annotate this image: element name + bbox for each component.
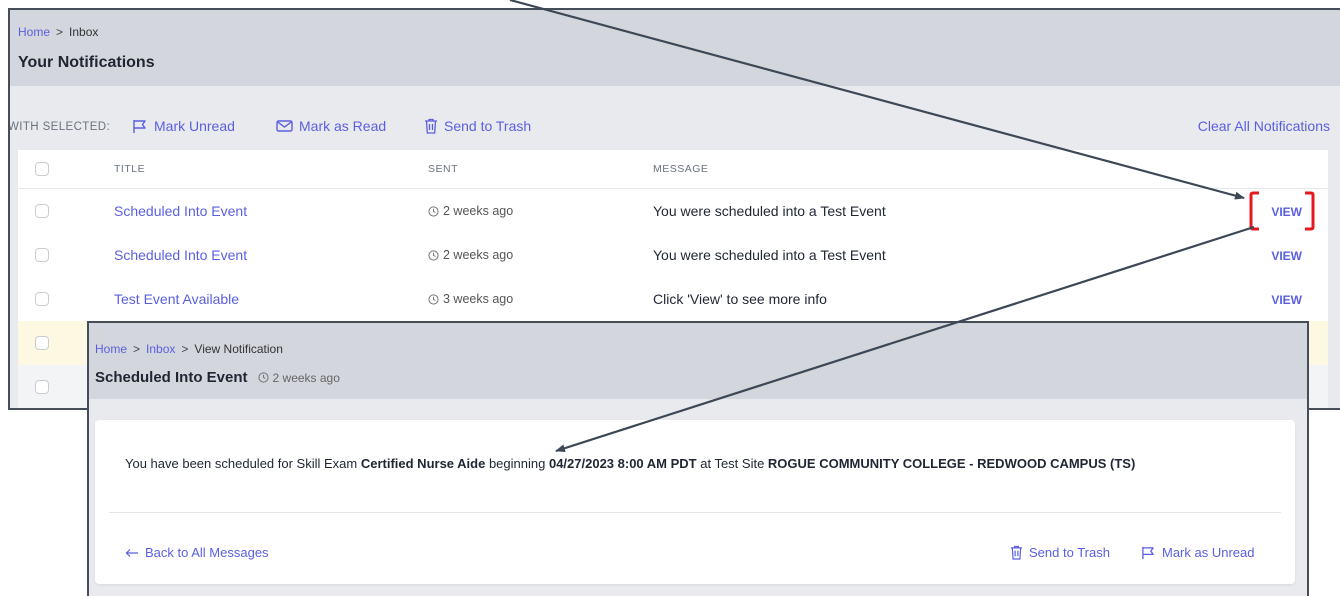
breadcrumb-separator: > xyxy=(56,25,64,39)
notification-message: Click 'View' to see more info xyxy=(653,291,827,307)
row-checkbox[interactable] xyxy=(35,292,49,306)
table-row: Test Event Available 3 weeks ago Click '… xyxy=(18,277,1328,322)
mark-as-unread-button[interactable]: Mark as Unread xyxy=(1141,545,1254,560)
notification-title-link[interactable]: Scheduled Into Event xyxy=(114,247,247,263)
breadcrumb-home[interactable]: Home xyxy=(18,25,50,39)
divider xyxy=(109,512,1281,513)
message-text: at Test Site xyxy=(696,456,768,471)
mark-unread-label: Mark Unread xyxy=(154,118,235,134)
flag-icon xyxy=(133,119,146,133)
table-header: TITLE SENT MESSAGE xyxy=(18,150,1328,189)
exam-datetime: 04/27/2023 8:00 AM PDT xyxy=(548,456,697,471)
page-title: Your Notifications xyxy=(18,54,155,71)
view-button[interactable]: VIEW xyxy=(1271,293,1302,307)
send-to-trash-label: Send to Trash xyxy=(444,118,532,134)
sent-time-label: 2 weeks ago xyxy=(443,204,514,218)
with-selected-label: WITH SELECTED: xyxy=(8,121,111,133)
page-header: Home > Inbox Your Notifications xyxy=(10,10,1340,86)
breadcrumb-separator: > xyxy=(133,342,141,356)
sent-time-label: 2 weeks ago xyxy=(443,248,514,262)
view-notification-panel: Home > Inbox > View Notification Scheduled I… xyxy=(87,321,1309,596)
mark-as-read-label: Mark as Read xyxy=(299,118,387,134)
bulk-action-toolbar: WITH SELECTED: Mark Unread Mark as Read … xyxy=(10,118,1340,138)
table-row: Scheduled Into Event 2 weeks ago You wer… xyxy=(18,189,1328,234)
highlight-bracket xyxy=(1249,191,1315,231)
breadcrumb-separator: > xyxy=(181,342,189,356)
clock-icon xyxy=(428,249,439,261)
table-row: Scheduled Into Event 2 weeks ago You wer… xyxy=(18,233,1328,278)
message-text: You have been scheduled for Skill Exam xyxy=(125,456,361,471)
mark-as-unread-label: Mark as Unread xyxy=(1162,545,1255,560)
send-to-trash-button[interactable]: Send to Trash xyxy=(424,118,531,134)
exam-name: Certified Nurse Aide xyxy=(360,456,486,471)
test-site-name: ROGUE COMMUNITY COLLEGE - REDWOOD CAMPUS… xyxy=(767,456,1136,471)
send-to-trash-label: Send to Trash xyxy=(1029,545,1110,560)
notification-title-text: Scheduled Into Event xyxy=(95,369,248,386)
sent-time: 2 weeks ago xyxy=(428,248,513,262)
notification-body: You have been scheduled for Skill Exam C… xyxy=(125,456,1135,471)
sent-time: 3 weeks ago xyxy=(428,292,513,306)
message-text: beginning xyxy=(485,456,549,471)
mark-as-read-button[interactable]: Mark as Read xyxy=(276,118,386,134)
row-checkbox[interactable] xyxy=(35,380,49,394)
clear-all-notifications-link[interactable]: Clear All Notifications xyxy=(1198,118,1330,134)
notification-title: Scheduled Into Event 2 weeks ago xyxy=(95,369,340,386)
flag-icon xyxy=(1142,546,1154,559)
sent-time-label: 2 weeks ago xyxy=(272,370,340,385)
mark-unread-button[interactable]: Mark Unread xyxy=(132,118,235,134)
select-all-checkbox[interactable] xyxy=(35,162,49,176)
sent-time: 2 weeks ago xyxy=(257,370,340,385)
sent-time-label: 3 weeks ago xyxy=(443,292,514,306)
breadcrumb-current: Inbox xyxy=(69,25,99,39)
column-header-sent: SENT xyxy=(428,163,459,175)
row-checkbox[interactable] xyxy=(35,336,49,350)
notification-message: You were scheduled into a Test Event xyxy=(653,247,886,263)
breadcrumb-home[interactable]: Home xyxy=(95,342,127,356)
back-link-label: Back to All Messages xyxy=(145,545,269,560)
send-to-trash-button[interactable]: Send to Trash xyxy=(1010,545,1110,560)
view-button[interactable]: VIEW xyxy=(1271,249,1302,263)
notification-header: Home > Inbox > View Notification Scheduled I… xyxy=(89,323,1307,399)
trash-icon xyxy=(425,118,437,134)
clock-icon xyxy=(428,205,439,217)
clock-icon xyxy=(428,293,439,305)
breadcrumb-inbox[interactable]: Inbox xyxy=(146,342,175,356)
notification-title-link[interactable]: Test Event Available xyxy=(114,291,239,307)
row-checkbox[interactable] xyxy=(35,248,49,262)
breadcrumb-current: View Notification xyxy=(194,342,283,356)
back-to-all-messages-link[interactable]: Back to All Messages xyxy=(125,545,269,560)
notification-title-link[interactable]: Scheduled Into Event xyxy=(114,203,247,219)
column-header-title: TITLE xyxy=(114,163,146,175)
envelope-icon xyxy=(276,120,293,132)
clock-icon xyxy=(257,372,269,383)
column-header-message: MESSAGE xyxy=(653,163,709,175)
row-checkbox[interactable] xyxy=(35,204,49,218)
sent-time: 2 weeks ago xyxy=(428,204,513,218)
arrow-left-icon xyxy=(125,548,138,557)
notification-message: You were scheduled into a Test Event xyxy=(653,203,886,219)
breadcrumb: Home > Inbox > View Notification xyxy=(95,342,283,356)
breadcrumb: Home > Inbox xyxy=(18,25,98,39)
notification-card: You have been scheduled for Skill Exam C… xyxy=(95,420,1295,584)
trash-icon xyxy=(1010,545,1023,560)
